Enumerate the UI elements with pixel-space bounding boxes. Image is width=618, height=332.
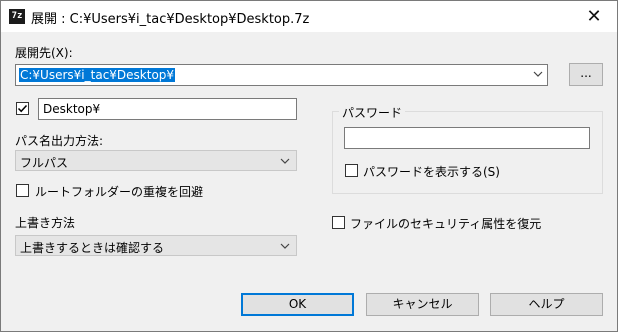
chevron-down-icon — [280, 158, 290, 164]
chevron-down-icon — [280, 243, 290, 249]
security-attributes-label: ファイルのセキュリティ属性を復元 — [350, 217, 542, 231]
ok-button[interactable]: OK — [241, 293, 354, 316]
subfolder-input[interactable]: Desktop¥ — [38, 98, 297, 120]
overwrite-label: 上書き方法 — [15, 216, 76, 230]
destination-label: 展開先(X): — [15, 46, 73, 60]
root-folder-label: ルートフォルダーの重複を回避 — [35, 185, 204, 199]
overwrite-value: 上書きするときは確認する — [20, 241, 165, 255]
checkmark-icon — [17, 104, 28, 113]
cancel-button[interactable]: キャンセル — [366, 293, 479, 316]
destination-combobox[interactable]: C:¥Users¥i_tac¥Desktop¥ — [15, 64, 548, 86]
password-input[interactable] — [344, 127, 590, 149]
browse-button[interactable]: ... — [569, 63, 603, 86]
subfolder-checkbox[interactable] — [16, 102, 29, 115]
window-title: 展開 : C:¥Users¥i_tac¥Desktop¥Desktop.7z — [31, 12, 310, 27]
show-password-label: パスワードを表示する(S) — [363, 165, 500, 179]
extract-dialog: 7z 展開 : C:¥Users¥i_tac¥Desktop¥Desktop.7… — [0, 0, 618, 332]
close-button[interactable]: ✕ — [571, 1, 617, 32]
security-attributes-checkbox[interactable] — [332, 216, 345, 229]
subfolder-value: Desktop¥ — [43, 102, 101, 116]
path-mode-select[interactable]: フルパス — [15, 150, 297, 171]
help-button[interactable]: ヘルプ — [490, 293, 603, 316]
root-folder-checkbox[interactable] — [16, 184, 29, 197]
path-mode-label: パス名出力方法: — [15, 134, 104, 148]
7zip-app-icon: 7z — [9, 9, 25, 24]
chevron-down-icon[interactable] — [533, 69, 543, 79]
path-mode-value: フルパス — [20, 156, 69, 170]
show-password-checkbox[interactable] — [345, 164, 358, 177]
overwrite-select[interactable]: 上書きするときは確認する — [15, 235, 297, 256]
destination-value: C:¥Users¥i_tac¥Desktop¥ — [19, 68, 176, 82]
password-group — [332, 111, 603, 194]
title-bar: 7z 展開 : C:¥Users¥i_tac¥Desktop¥Desktop.7… — [1, 1, 617, 32]
password-group-label: パスワード — [339, 104, 406, 121]
